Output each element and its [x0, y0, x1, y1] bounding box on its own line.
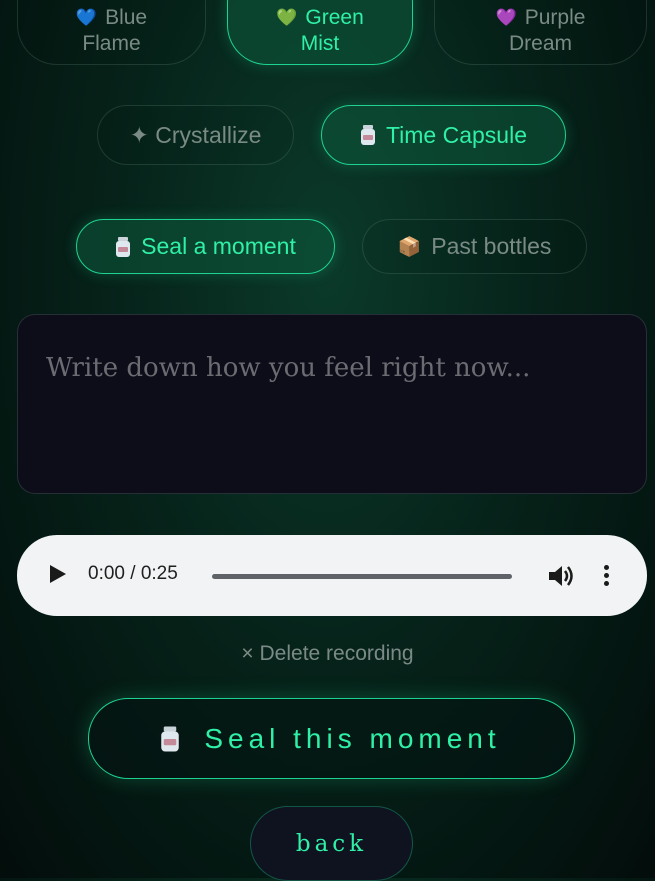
seal-this-moment-label: Seal this moment [204, 722, 501, 754]
more-options-icon[interactable] [603, 565, 609, 587]
feelings-placeholder: Write down how you feel right now... [46, 353, 531, 383]
theme-label-line2: Flame [82, 32, 141, 55]
tab-seal-a-moment[interactable]: Seal a moment [76, 219, 335, 274]
theme-purple-dream-button[interactable]: 💜 Purple Dream [434, 0, 647, 65]
audio-progress-track[interactable] [212, 574, 512, 579]
tab-seal-a-moment-label: Seal a moment [141, 233, 296, 259]
theme-label-line1: Green [305, 6, 364, 29]
crystallize-label: ✦ Crystallize [129, 121, 262, 148]
back-label: back [295, 830, 368, 857]
jar-icon [360, 125, 376, 145]
volume-icon[interactable] [547, 563, 575, 589]
purple-heart-icon: 💜 [495, 8, 517, 27]
theme-label-line1: Purple [524, 6, 586, 29]
audio-time: 0:00 / 0:25 [88, 563, 178, 584]
play-icon[interactable] [50, 565, 66, 583]
package-icon: 📦 [397, 236, 422, 258]
feelings-textarea[interactable]: Write down how you feel right now... [17, 314, 647, 494]
audio-player: 0:00 / 0:25 [17, 535, 647, 616]
crystallize-mode-button[interactable]: ✦ Crystallize [97, 105, 294, 165]
seal-this-moment-button[interactable]: Seal this moment [88, 698, 575, 779]
theme-label-line2: Dream [508, 32, 572, 55]
theme-green-mist-button[interactable]: 💚 Green Mist [227, 0, 413, 65]
tab-past-bottles-label: Past bottles [431, 233, 552, 259]
theme-blue-flame-button[interactable]: 💙 Blue Flame [17, 0, 206, 65]
blue-heart-icon: 💙 [75, 8, 98, 27]
tab-past-bottles[interactable]: 📦 Past bottles [362, 219, 587, 274]
jar-icon [160, 726, 180, 751]
delete-recording-link[interactable]: × Delete recording [0, 642, 655, 666]
green-heart-icon: 💚 [276, 8, 298, 27]
back-button[interactable]: back [250, 806, 413, 881]
theme-label-line2: Mist [300, 32, 340, 55]
jar-icon [115, 236, 131, 257]
theme-label-line1: Blue [105, 6, 148, 29]
time-capsule-mode-button[interactable]: Time Capsule [321, 105, 566, 165]
time-capsule-label: Time Capsule [385, 121, 528, 148]
